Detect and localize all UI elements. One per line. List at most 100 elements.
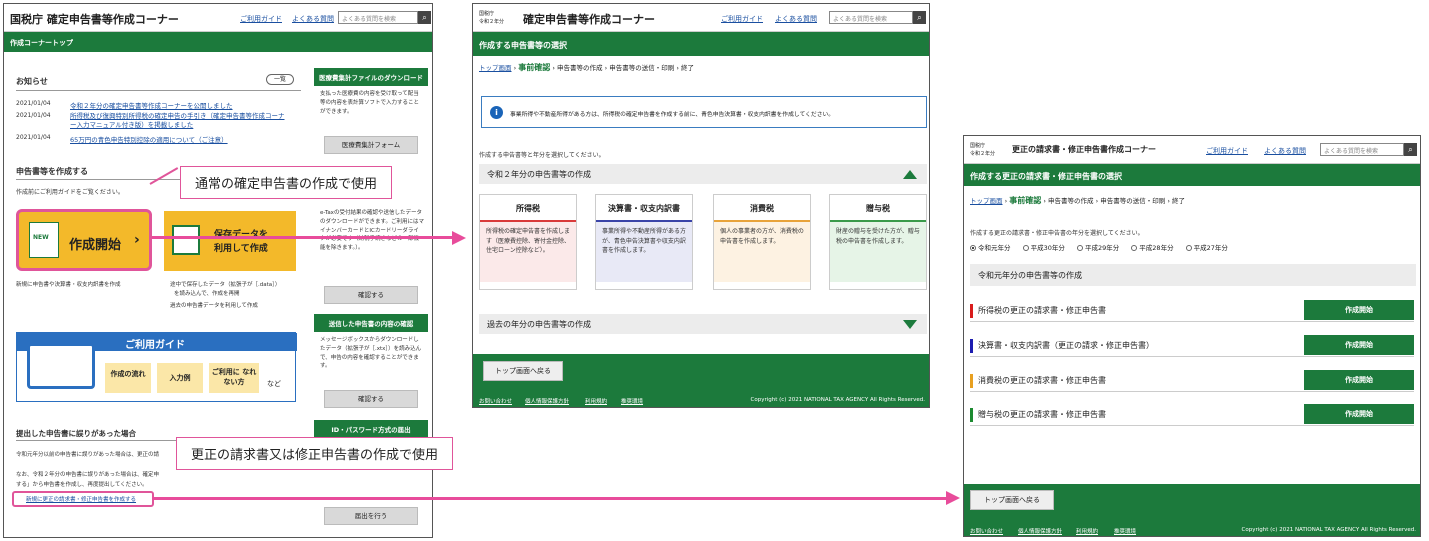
guide-link[interactable]: ご利用ガイド <box>1206 146 1248 156</box>
year-section-title: 令和２年分の申告書等の作成 <box>487 170 591 179</box>
card-body: 事業所得や不動産所得がある方が、青色申告決算書や収支内訳書を作成します。 <box>596 222 692 282</box>
search-icon[interactable]: ⌕ <box>418 11 431 24</box>
arrow-to-correction <box>152 497 947 500</box>
saved-note: を読み込んで、作成を再開 <box>174 291 240 297</box>
page-bar: 作成する更正の請求書・修正申告書の選択 <box>964 164 1420 186</box>
info-text: 事業所得や不動産所得がある方は、所得税の確定申告書を作成する前に、青色申告決算書… <box>510 112 835 118</box>
start-create-button[interactable]: 作成開始 <box>1304 300 1414 320</box>
card-body: 所得税の確定申告書を作成します（医療費控除、寄付金控除、住宅ローン控除など）。 <box>480 222 576 282</box>
card-title: 消費税 <box>714 195 810 222</box>
faq-link[interactable]: よくある質問 <box>1264 146 1306 156</box>
news-list-button[interactable]: 一覧 <box>266 74 294 85</box>
site-logo[interactable]: 更正の請求書・修正申告書作成コーナー <box>1012 144 1156 155</box>
faq-link[interactable]: よくある質問 <box>775 14 817 24</box>
crumb-precheck: 事前確認 <box>1009 196 1042 205</box>
year-radio[interactable]: 平成27年分 <box>1185 244 1228 252</box>
error-title: 提出した申告書に誤りがあった場合 <box>16 429 136 438</box>
guide-link[interactable]: ご利用ガイド <box>721 14 763 24</box>
usage-guide-banner[interactable]: ご利用ガイド 作成の流れ 入力例 ご利用に なれない方 など <box>16 332 297 402</box>
start-create-button[interactable]: NEW 作成開始 › <box>16 209 152 271</box>
search-input[interactable]: よくある質問を検索 <box>338 11 418 24</box>
back-to-top-button[interactable]: トップ画面へ戻る <box>970 490 1054 510</box>
footer-link[interactable]: 個人情報保護方針 <box>1018 527 1062 535</box>
register-button[interactable]: 届出を行う <box>324 507 418 525</box>
search-icon[interactable]: ⌕ <box>1404 143 1417 156</box>
divider <box>16 90 301 91</box>
copyright: Copyright (c) 2021 NATIONAL TAX AGENCY A… <box>750 397 925 403</box>
screenshot-correction-page: 国税庁 令和２年分 更正の請求書・修正申告書作成コーナー ご利用ガイド よくある… <box>963 135 1421 537</box>
past-section-title: 過去の年分の申告書等の作成 <box>487 320 591 329</box>
start-create-button[interactable]: 作成開始 <box>1304 335 1414 355</box>
correction-row-income-tax: 所得税の更正の請求書・修正申告書 作成開始 <box>970 300 1414 322</box>
arrow-head <box>452 231 466 245</box>
search-icon[interactable]: ⌕ <box>913 11 926 24</box>
footer: お問い合わせ 個人情報保護方針 利用規約 推奨環境 Copyright (c) … <box>964 522 1420 536</box>
search-input[interactable]: よくある質問を検索 <box>1320 143 1404 156</box>
year-label: 平成30年分 <box>1030 244 1065 252</box>
footer-link[interactable]: 個人情報保護方針 <box>525 397 569 405</box>
correction-create-link[interactable]: 新規に更正の請求書・修正申告書を作成する <box>26 495 136 503</box>
saved-note: 過去の申告書データを利用して作成 <box>170 303 258 309</box>
footer-link[interactable]: お問い合わせ <box>970 527 1003 535</box>
footer-link[interactable]: お問い合わせ <box>479 397 512 405</box>
start-create-button[interactable]: 作成開始 <box>1304 370 1414 390</box>
year-section-header[interactable]: 令和２年分の申告書等の作成 <box>479 164 927 184</box>
guide-button-flow[interactable]: 作成の流れ <box>105 363 151 393</box>
new-document-icon: NEW <box>29 222 59 258</box>
instruction: 作成する更正の請求書・修正申告書の年分を選択してください。 <box>970 230 1144 237</box>
year-radio[interactable]: 平成28年分 <box>1131 244 1174 252</box>
chevron-right-icon: › <box>134 232 140 248</box>
news-date: 2021/01/04 <box>16 134 51 141</box>
news-link[interactable]: 令和２年分の確定申告書等作成コーナーを公開しました <box>70 100 233 110</box>
site-logo[interactable]: 確定申告書等作成コーナー <box>523 11 655 27</box>
year-radio[interactable]: 平成30年分 <box>1022 244 1065 252</box>
year-radio[interactable]: 平成29年分 <box>1076 244 1119 252</box>
footer-link[interactable]: 推奨環境 <box>621 397 643 405</box>
site-logo[interactable]: 国税庁 確定申告書等作成コーナー <box>10 11 179 27</box>
card-income-tax[interactable]: 所得税 所得税の確定申告書を作成します（医療費控除、寄付金控除、住宅ローン控除な… <box>479 194 577 290</box>
card-financial-statement[interactable]: 決算書・収支内訳書 事業所得や不動産所得がある方が、青色申告決算書や収支内訳書を… <box>595 194 693 290</box>
start-create-button[interactable]: 作成開始 <box>1304 404 1414 424</box>
side-check-text: メッセージボックスからダウンロードしたデータ（拡張子が［.xtx］）を読み込んで… <box>320 337 422 370</box>
faq-link[interactable]: よくある質問 <box>292 14 334 24</box>
past-section-header[interactable]: 過去の年分の申告書等の作成 <box>479 314 927 334</box>
back-to-top-button[interactable]: トップ画面へ戻る <box>483 361 563 381</box>
medical-form-button[interactable]: 医療費集計フォーム <box>324 136 418 154</box>
guide-title: ご利用ガイド <box>125 340 185 351</box>
side-idpass-head: ID・パスワード方式の届出 <box>314 420 428 438</box>
start-label: 作成開始 <box>69 238 122 253</box>
callout-normal: 通常の確定申告書の作成で使用 <box>180 166 393 199</box>
news-link[interactable]: 65万円の青色申告特別控除の適用について（ご注意） <box>70 134 228 144</box>
card-body: 個人の事業者の方が、消費税の申告書を作成します。 <box>714 222 810 282</box>
logo-small: 令和２年分 <box>479 19 505 25</box>
error-text: 令和元年分以前の申告書に誤りがあった場合は、更正の請 <box>16 452 160 458</box>
side-medical-text: 支払った医療費の内容を受け取って配当等の内容を表計算ソフトで入力することができま… <box>320 91 420 115</box>
confirm-button[interactable]: 確認する <box>324 390 418 408</box>
search-input[interactable]: よくある質問を検索 <box>829 11 913 24</box>
news-link[interactable]: 所得税及び復興特別所得税の確定申告の手引き（確定申告書等作成コーナー入力マニュア… <box>70 112 290 130</box>
saved-note: 途中で保存したデータ（拡張子が［.data］） <box>170 282 281 288</box>
card-gift-tax[interactable]: 贈与税 財産の贈与を受けた方が、贈与税の申告書を作成します。 <box>829 194 927 290</box>
side-check-head: 送信した申告書の内容の確認 <box>314 314 428 332</box>
saved-data-button[interactable]: 保存データを 利用して作成 <box>164 211 296 271</box>
crumb-send: 申告書等の送信・印刷 <box>1100 197 1166 205</box>
guide-link[interactable]: ご利用ガイド <box>240 14 282 24</box>
instruction: 作成する申告書等と年分を選択してください。 <box>479 152 605 159</box>
guide-button-unavailable[interactable]: ご利用に なれない方 <box>209 363 259 393</box>
footer-link[interactable]: 推奨環境 <box>1114 527 1136 535</box>
year-radio-selected[interactable]: 令和元年分 <box>970 244 1011 252</box>
confirm-button[interactable]: 確認する <box>324 286 418 304</box>
create-subtitle: 作成前にご利用ガイドをご覧ください。 <box>16 189 124 196</box>
footer-link[interactable]: 利用規約 <box>585 397 607 405</box>
new-badge: NEW <box>33 234 49 241</box>
crumb-top[interactable]: トップ画面 <box>479 64 512 72</box>
logo-small: 国税庁 <box>479 11 495 17</box>
card-title: 贈与税 <box>830 195 926 222</box>
card-consumption-tax[interactable]: 消費税 個人の事業者の方が、消費税の申告書を作成します。 <box>713 194 811 290</box>
footer-link[interactable]: 利用規約 <box>1076 527 1098 535</box>
crumb-create: 申告書等の作成 <box>557 64 603 72</box>
crumb-end: 終了 <box>1172 197 1185 205</box>
crumb-top[interactable]: トップ画面 <box>970 197 1003 205</box>
guide-button-example[interactable]: 入力例 <box>157 363 203 393</box>
upload-icon <box>172 225 200 255</box>
